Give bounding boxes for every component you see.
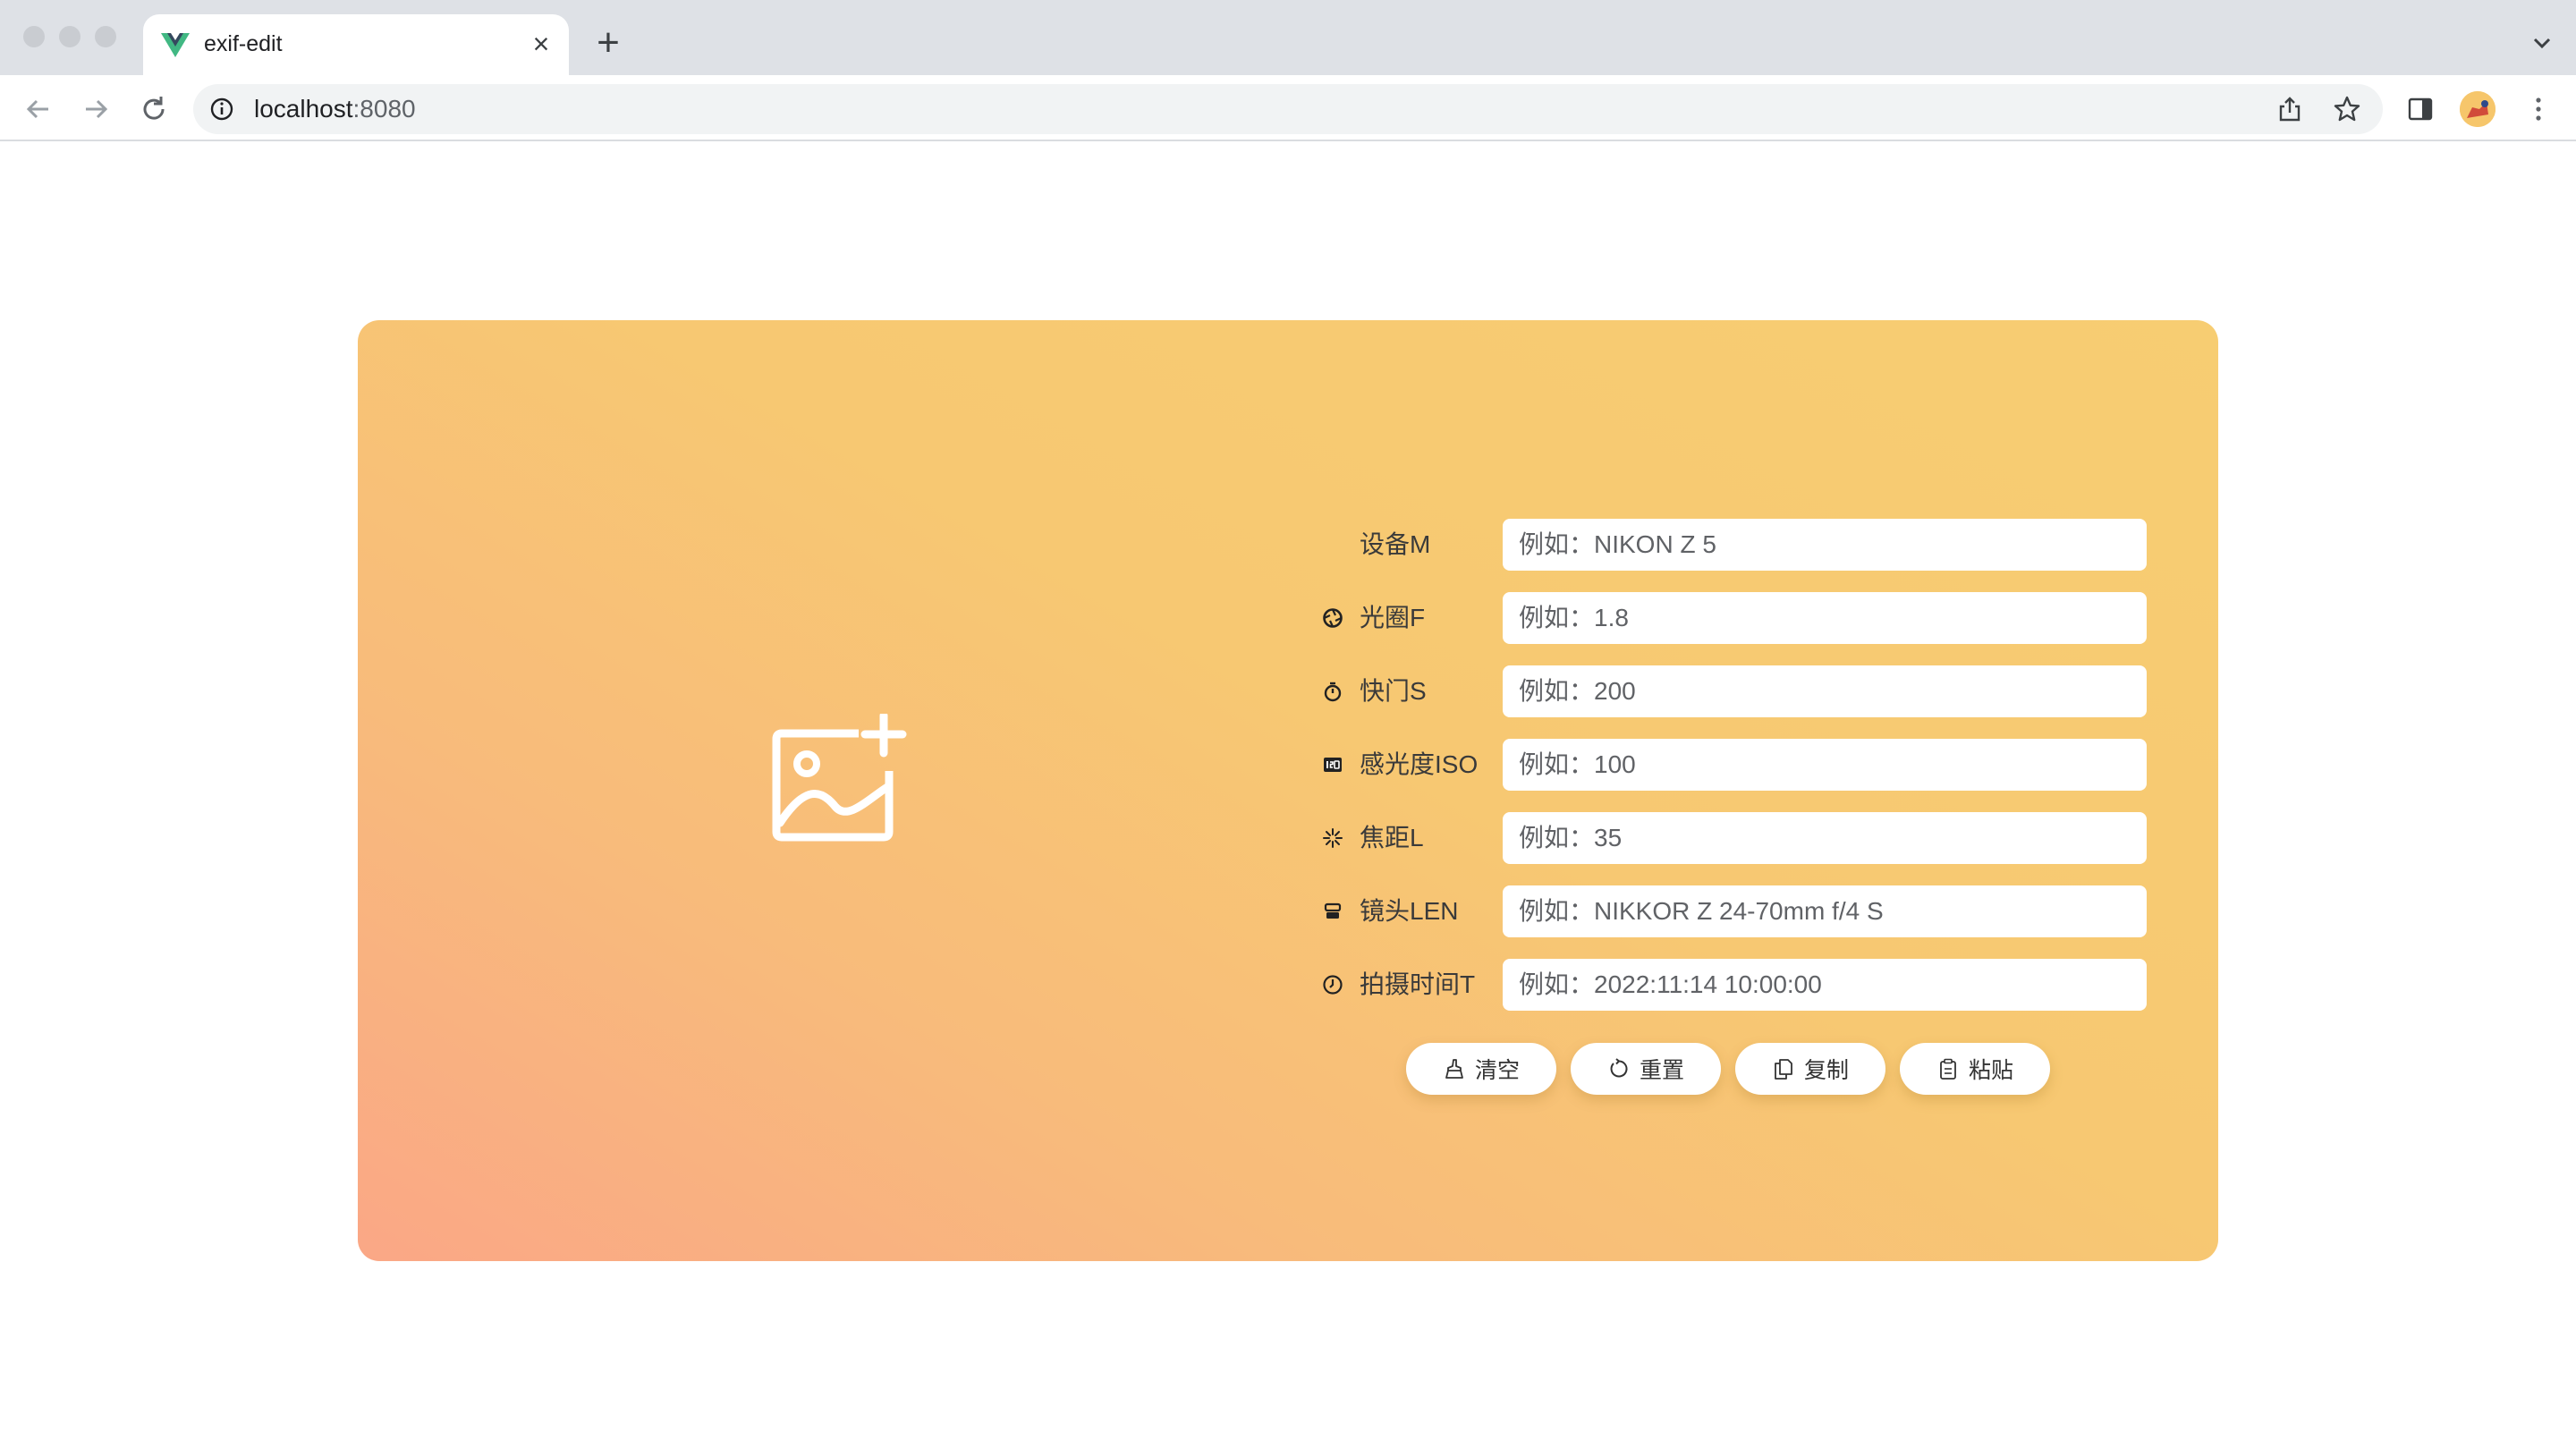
url-port: :8080 [352,95,416,123]
field-label-iso: 感光度ISO [1360,750,1479,778]
field-row-iso: 感光度ISO [1322,739,2154,791]
field-label-datetime: 拍摄时间T [1360,970,1476,998]
field-row-lens: 镜头LEN [1322,885,2154,937]
field-row-model: 设备M [1322,519,2154,571]
brush-icon [1445,1059,1463,1079]
field-row-aperture: 光圈F [1322,592,2154,644]
window-close-light[interactable] [23,26,45,47]
clock-icon [1323,975,1343,995]
copy-document-icon [1775,1059,1792,1080]
field-row-datetime: 拍摄时间T [1322,959,2154,1011]
field-label-focal-length: 焦距L [1360,824,1424,851]
site-info-icon[interactable] [209,97,234,122]
datetime-input[interactable] [1503,959,2147,1011]
reload-icon[interactable] [136,91,172,127]
bookmark-star-icon[interactable] [2333,95,2361,123]
field-label-lens: 镜头LEN [1360,897,1459,925]
clear-button-label: 清空 [1474,1058,1520,1083]
add-image-icon [772,711,907,842]
side-panel-icon[interactable] [2406,95,2435,123]
iso-icon [1324,758,1342,772]
reset-button[interactable]: 重置 [1571,1043,1721,1095]
iso-input[interactable] [1503,739,2147,791]
field-row-shutter: 快门S [1322,665,2154,717]
url-text[interactable]: localhost:8080 [254,95,416,123]
shutter-input[interactable] [1503,665,2147,717]
tab-title: exif-edit [204,31,283,56]
focus-icon [1323,828,1343,848]
field-label-model: 设备M [1360,530,1431,558]
tab-close-icon[interactable]: × [526,29,556,59]
lens-input[interactable] [1503,885,2147,937]
image-upload-area[interactable] [769,711,912,848]
browser-toolbar: localhost:8080 [0,75,2576,141]
model-input[interactable] [1503,519,2147,571]
forward-arrow-icon[interactable] [79,91,114,127]
window-zoom-light[interactable] [95,26,116,47]
field-label-shutter: 快门S [1360,677,1427,705]
focal-length-input[interactable] [1503,812,2147,864]
clipboard-icon [1940,1058,1956,1080]
copy-button[interactable]: 复制 [1735,1043,1885,1095]
field-label-aperture: 光圈F [1360,604,1426,631]
url-host: localhost [254,95,353,123]
aperture-input[interactable] [1503,592,2147,644]
browser-tabstrip: exif-edit × + [0,0,2576,75]
new-tab-button[interactable]: + [590,23,626,63]
tab-search-chevron-icon[interactable] [2526,27,2558,59]
clear-button[interactable]: 清空 [1406,1043,1556,1095]
browser-menu-icon[interactable] [2524,93,2553,125]
lens-icon [1324,902,1342,919]
stopwatch-icon [1324,682,1342,702]
paste-button[interactable]: 粘贴 [1900,1043,2050,1095]
address-bar[interactable]: localhost:8080 [193,84,2383,134]
vue-logo-icon [161,33,190,57]
browser-tab[interactable]: exif-edit × [143,14,569,75]
refresh-icon [1610,1058,1628,1078]
reset-button-label: 重置 [1639,1058,1684,1083]
aperture-icon [1323,608,1343,628]
exif-editor-card: 设备M 光圈F 快门S [358,320,2218,1261]
profile-avatar[interactable] [2460,91,2496,127]
share-icon[interactable] [2275,95,2304,123]
copy-button-label: 复制 [1803,1058,1849,1083]
paste-button-label: 粘贴 [1968,1058,2013,1083]
back-arrow-icon[interactable] [20,91,55,127]
avatar-image-icon [2460,91,2496,127]
window-minimize-light[interactable] [59,26,80,47]
field-row-focal-length: 焦距L [1322,812,2154,864]
